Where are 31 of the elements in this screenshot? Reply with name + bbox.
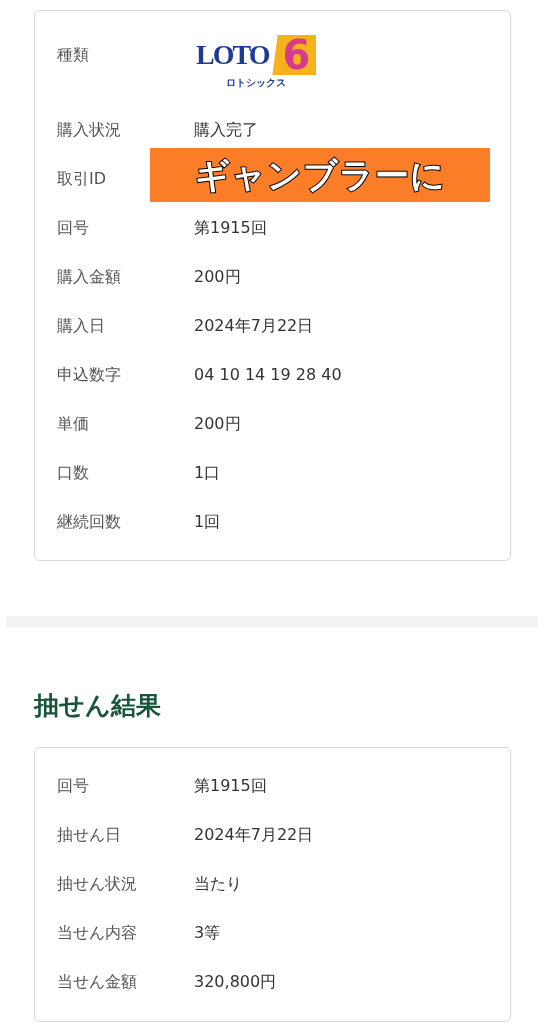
field-value: 当たり (194, 873, 242, 895)
field-value: 2024年7月22日 (194, 824, 314, 846)
field-value: 購入完了 (194, 118, 258, 141)
redaction-banner: ギャンブラーに (150, 148, 490, 202)
field-value: 320,800円 (194, 971, 277, 993)
field-value: 200円 (194, 412, 241, 435)
field-label: 購入金額 (56, 265, 122, 288)
field-label: 抽せん状況 (56, 873, 138, 895)
field-label: 申込数字 (56, 363, 122, 386)
field-label: 当せん内容 (56, 922, 138, 944)
field-label: 単価 (56, 412, 90, 435)
field-label: 購入日 (56, 314, 106, 337)
field-label: 抽せん日 (56, 824, 122, 846)
lottery-logo: LOTO 6 ロトシックス (194, 35, 319, 90)
field-value: 1口 (194, 461, 221, 484)
field-value: 第1915回 (194, 216, 267, 239)
field-label: 継続回数 (56, 510, 122, 533)
field-label: 取引ID (56, 167, 108, 190)
field-label: 種類 (56, 44, 90, 66)
field-label: 購入状況 (56, 118, 122, 141)
field-value: 3等 (194, 922, 221, 944)
field-value: 2024年7月22日 (194, 314, 314, 337)
field-value: 第1915回 (194, 775, 267, 797)
field-label: 回号 (56, 775, 90, 797)
section-title: 抽せん結果 (34, 690, 162, 722)
field-label: 口数 (56, 461, 90, 484)
field-label: 当せん金額 (56, 971, 138, 993)
field-label: 回号 (56, 216, 90, 239)
field-value: 200円 (194, 265, 241, 288)
field-value: 04 10 14 19 28 40 (194, 363, 342, 386)
field-value: 1回 (194, 510, 221, 533)
